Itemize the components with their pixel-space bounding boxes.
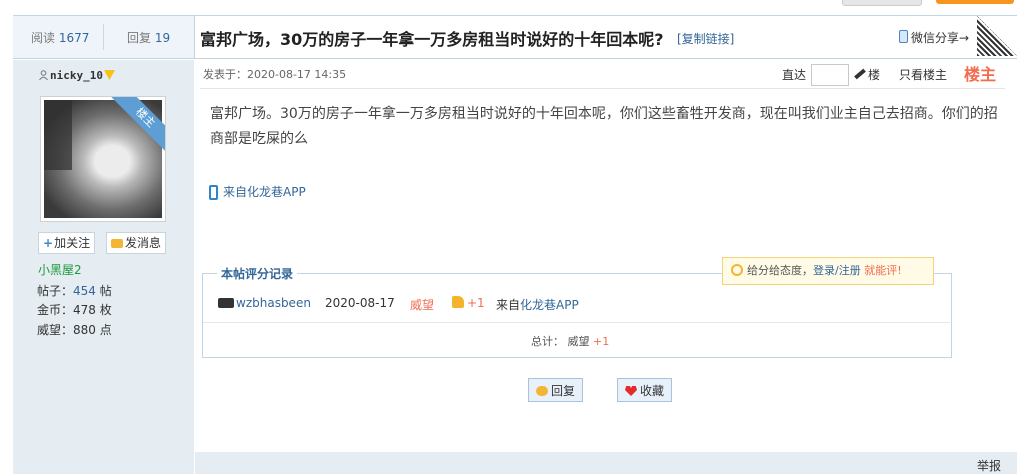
post-footer-bar bbox=[195, 452, 1017, 474]
plus-icon: + bbox=[43, 236, 54, 250]
message-icon bbox=[111, 239, 123, 248]
jump-label: 直达 bbox=[782, 68, 807, 82]
user-icon bbox=[39, 70, 48, 80]
toolbar-button-gray[interactable] bbox=[842, 0, 922, 6]
replies-stat: 回复 19 bbox=[127, 31, 171, 45]
only-author-link[interactable]: 只看楼主 bbox=[899, 66, 947, 83]
thread-title: 富邦广场，30万的房子一年拿一万多房租当时说好的十年回本呢? bbox=[200, 30, 664, 49]
message-button[interactable]: 发消息 bbox=[106, 232, 167, 254]
rating-score: +1 bbox=[452, 296, 485, 310]
copy-link[interactable]: [复制链接] bbox=[677, 30, 734, 47]
heart-icon bbox=[625, 386, 637, 396]
views-stat: 阅读 1677 bbox=[31, 31, 90, 45]
prestige-count: 威望：880 点 bbox=[37, 323, 112, 337]
coins-count: 金币：478 枚 bbox=[37, 303, 112, 317]
post-divider bbox=[200, 88, 1005, 89]
rating-type: 威望 bbox=[410, 298, 435, 312]
pencil-icon bbox=[854, 68, 866, 80]
reply-button[interactable]: 回复 bbox=[528, 378, 584, 402]
report-link[interactable]: 举报 bbox=[977, 457, 1001, 474]
thumbs-up-icon bbox=[452, 296, 464, 308]
post-content: 富邦广场。30万的房子一年拿一万多房租当时说好的十年回本呢，你们这些畜牲开发商，… bbox=[210, 106, 998, 147]
qr-code-icon[interactable] bbox=[977, 16, 1017, 56]
avatar[interactable]: 楼主 bbox=[40, 96, 166, 222]
rating-user[interactable]: wzbhasbeen bbox=[218, 296, 311, 310]
rating-reason: 来自化龙巷APP bbox=[496, 298, 579, 312]
rating-date: 2020-08-17 bbox=[325, 296, 395, 310]
mobile-icon bbox=[209, 185, 218, 200]
from-app-link[interactable]: 来自化龙巷APP bbox=[209, 183, 306, 200]
rating-tip: 给分给态度，登录/注册 就能评! bbox=[722, 257, 934, 285]
wechat-share[interactable]: 微信分享→ bbox=[899, 29, 969, 46]
stats-divider bbox=[103, 24, 104, 50]
post-time: 发表于：2020-08-17 14:35 bbox=[203, 68, 347, 81]
top-toolbar-strip bbox=[0, 0, 1017, 8]
floor-number[interactable]: 楼主 bbox=[964, 61, 996, 85]
thread-stats: 阅读 1677 回复 19 bbox=[13, 16, 193, 58]
thread-title-bar: 富邦广场，30万的房子一年拿一万多房租当时说好的十年回本呢? [复制链接] 微信… bbox=[194, 16, 1017, 58]
user-level[interactable]: 小黑屋2 bbox=[38, 261, 82, 278]
thread-header: 阅读 1677 回复 19 富邦广场，30万的房子一年拿一万多房租当时说好的十年… bbox=[13, 15, 1017, 59]
posts-count: 帖子：454 帖 bbox=[37, 284, 112, 298]
login-register-link[interactable]: 登录/注册 bbox=[813, 264, 861, 277]
author-sidebar: nicky_10 楼主 +加关注 发消息 小黑屋2 帖子：454 帖 金币：47… bbox=[13, 60, 194, 474]
author-username[interactable]: nicky_10 bbox=[39, 69, 115, 82]
user-avatar-icon bbox=[218, 298, 234, 308]
toolbar-button-orange[interactable] bbox=[936, 0, 1014, 4]
reply-icon bbox=[536, 386, 548, 396]
floor-jump-input[interactable] bbox=[811, 64, 849, 86]
favorite-button[interactable]: 收藏 bbox=[617, 378, 673, 402]
follow-button[interactable]: +加关注 bbox=[38, 232, 96, 254]
lightbulb-icon bbox=[731, 264, 743, 276]
floor-jump-button[interactable]: 楼 bbox=[854, 66, 880, 83]
vip-icon bbox=[103, 70, 115, 80]
rating-total: 总计： 威望 +1 bbox=[531, 335, 610, 348]
rating-divider bbox=[203, 322, 950, 323]
phone-icon bbox=[899, 30, 908, 43]
rating-title: 本帖评分记录 bbox=[217, 265, 298, 282]
